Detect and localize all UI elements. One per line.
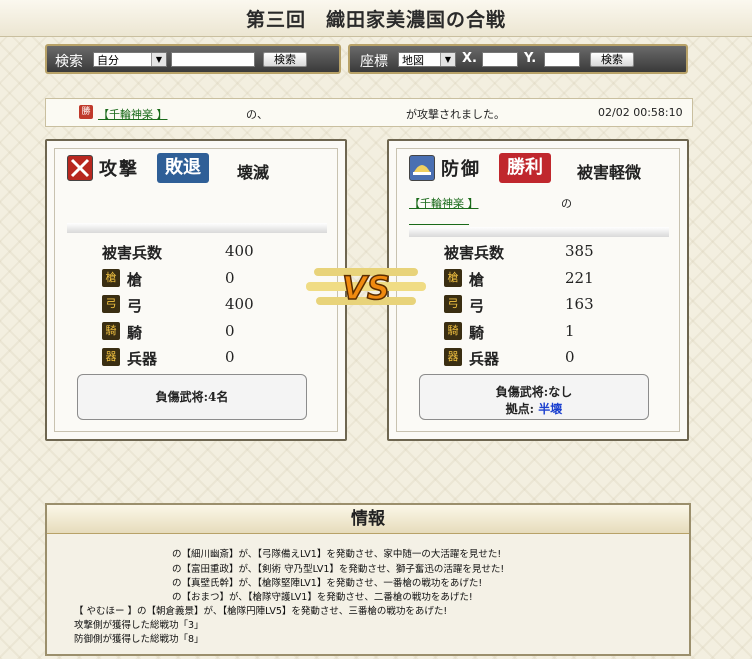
- vs-emblem: VS: [306, 262, 426, 312]
- page-title: 第三回 織田家美濃国の合戦: [245, 9, 506, 31]
- bow-icon: 弓: [102, 295, 120, 313]
- search-input[interactable]: [171, 52, 255, 67]
- info-line: の【真壁氏幹】が、【槍隊堅陣LV1】を発動させ、一番槍の戦功をあげた!: [172, 578, 483, 589]
- spear-icon: 槍: [444, 269, 462, 287]
- map-select-value: 地図: [402, 54, 424, 67]
- attack-unit-value: 400: [225, 295, 254, 313]
- search-button[interactable]: 検索: [263, 52, 307, 67]
- info-panel: 情報 の【細川幽斎】が、【弓隊備えLV1】を発動させ、家中随一の大活躍を見せた!…: [45, 503, 691, 656]
- info-heading: 情報: [47, 505, 689, 534]
- vs-text: VS: [342, 269, 390, 307]
- attack-label: 攻撃: [99, 159, 139, 180]
- log-player-link[interactable]: 【千輪神楽 】: [98, 108, 168, 121]
- battle-log-entry: 勝 【千輪神楽 】 の、 が攻撃されました。 02/02 00:58:10: [45, 98, 693, 127]
- attack-casualties-label: 被害兵数: [102, 244, 163, 262]
- search-label: 検索: [55, 54, 83, 70]
- defense-unit-value: 1: [565, 322, 575, 340]
- spear-icon: 槍: [102, 269, 120, 287]
- attack-injured-text: 負傷武将:4名: [155, 390, 229, 404]
- defense-base-line: 拠点: 半壊: [420, 400, 648, 417]
- defense-no: の: [561, 197, 572, 210]
- horse-icon: 騎: [444, 322, 462, 340]
- attack-damage: 壊滅: [237, 163, 270, 182]
- bow-icon: 弓: [444, 295, 462, 313]
- defense-result-badge: 勝利: [499, 153, 551, 183]
- siege-icon: 器: [444, 348, 462, 366]
- chevron-down-icon: ▼: [151, 53, 166, 66]
- attack-unit-value: 0: [225, 269, 235, 287]
- search-select[interactable]: 自分 ▼: [93, 52, 167, 67]
- attack-unit-value: 0: [225, 348, 235, 366]
- defense-unit-label: 槍: [469, 271, 485, 289]
- info-line: の【富田重政】が、【剣術 守乃型LV1】を発動させ、獅子奮迅の活躍を見せた!: [172, 564, 505, 575]
- defense-panel: 防御 勝利 被害軽微 【千輪神楽 】 の 被害兵数 385 槍 槍 221 弓 …: [387, 139, 689, 441]
- x-label: X.: [462, 51, 477, 66]
- defense-unit-label: 騎: [469, 324, 485, 342]
- defense-casualties-label: 被害兵数: [444, 244, 505, 262]
- victory-icon: 勝: [79, 105, 93, 119]
- attack-unit-label: 槍: [127, 271, 143, 289]
- defense-unit-label: 兵器: [469, 350, 500, 368]
- defense-link-underline: [409, 224, 469, 225]
- info-line: 防御側が獲得した総戦功「8」: [74, 634, 204, 645]
- coordinate-label: 座標: [360, 54, 388, 70]
- defense-damage: 被害軽微: [577, 163, 642, 182]
- log-timestamp: 02/02 00:58:10: [598, 106, 683, 119]
- search-select-value: 自分: [97, 54, 119, 67]
- title-banner: 第三回 織田家美濃国の合戦: [0, 0, 752, 37]
- attack-unit-label: 兵器: [127, 350, 158, 368]
- info-line: の【おまつ】が、【槍隊守護LV1】を発動させ、二番槍の戦功をあげた!: [172, 592, 473, 603]
- log-message: が攻撃されました。: [406, 108, 505, 121]
- attack-casualties-value: 400: [225, 242, 254, 260]
- attack-swords-icon: [67, 155, 93, 181]
- attack-injured-box: 負傷武将:4名: [77, 374, 307, 420]
- coordinate-bar: 座標 地図 ▼ X. Y. 検索: [348, 44, 688, 74]
- defense-player: 【千輪神楽 】: [409, 195, 479, 211]
- attack-unit-value: 0: [225, 322, 235, 340]
- defense-unit-value: 163: [565, 295, 594, 313]
- defense-base-value: 半壊: [538, 402, 563, 416]
- defense-injured-text: 負傷武将:なし: [495, 385, 573, 399]
- info-line: 攻撃側が獲得した総戦功「3」: [74, 620, 204, 631]
- coordinate-search-button[interactable]: 検索: [590, 52, 634, 67]
- y-label: Y.: [524, 51, 537, 66]
- attack-result-badge: 敗退: [157, 153, 209, 183]
- log-no: の、: [246, 108, 268, 121]
- attack-strip-1: [67, 223, 327, 233]
- attack-unit-label: 騎: [127, 324, 143, 342]
- defense-unit-value: 221: [565, 269, 594, 287]
- defense-casualties-value: 385: [565, 242, 594, 260]
- defense-unit-label: 弓: [469, 297, 485, 315]
- attack-unit-label: 弓: [127, 297, 143, 315]
- defense-unit-value: 0: [565, 348, 575, 366]
- defense-base-label: 拠点:: [505, 402, 535, 416]
- defense-player-link[interactable]: 【千輪神楽 】: [409, 197, 479, 210]
- defense-strip-1: [409, 227, 669, 237]
- horse-icon: 騎: [102, 322, 120, 340]
- defense-injured-box: 負傷武将:なし 拠点: 半壊: [419, 374, 649, 420]
- defense-label: 防御: [441, 159, 481, 180]
- search-bar: 検索 自分 ▼ 検索: [45, 44, 341, 74]
- x-coordinate-input[interactable]: [482, 52, 518, 67]
- info-line: の【細川幽斎】が、【弓隊備えLV1】を発動させ、家中随一の大活躍を見せた!: [172, 549, 502, 560]
- log-player: 【千輪神楽 】: [98, 106, 168, 122]
- siege-icon: 器: [102, 348, 120, 366]
- attack-panel: 攻撃 敗退 壊滅 被害兵数 400 槍 槍 0 弓 弓 400 騎 騎 0 器 …: [45, 139, 347, 441]
- defense-helmet-icon: [409, 155, 435, 181]
- chevron-down-icon: ▼: [440, 53, 455, 66]
- info-line: 【 やむほー 】の【朝倉義景】が、【槍隊円陣LV5】を発動させ、三番槍の戦功をあ…: [74, 606, 448, 617]
- map-select[interactable]: 地図 ▼: [398, 52, 456, 67]
- y-coordinate-input[interactable]: [544, 52, 580, 67]
